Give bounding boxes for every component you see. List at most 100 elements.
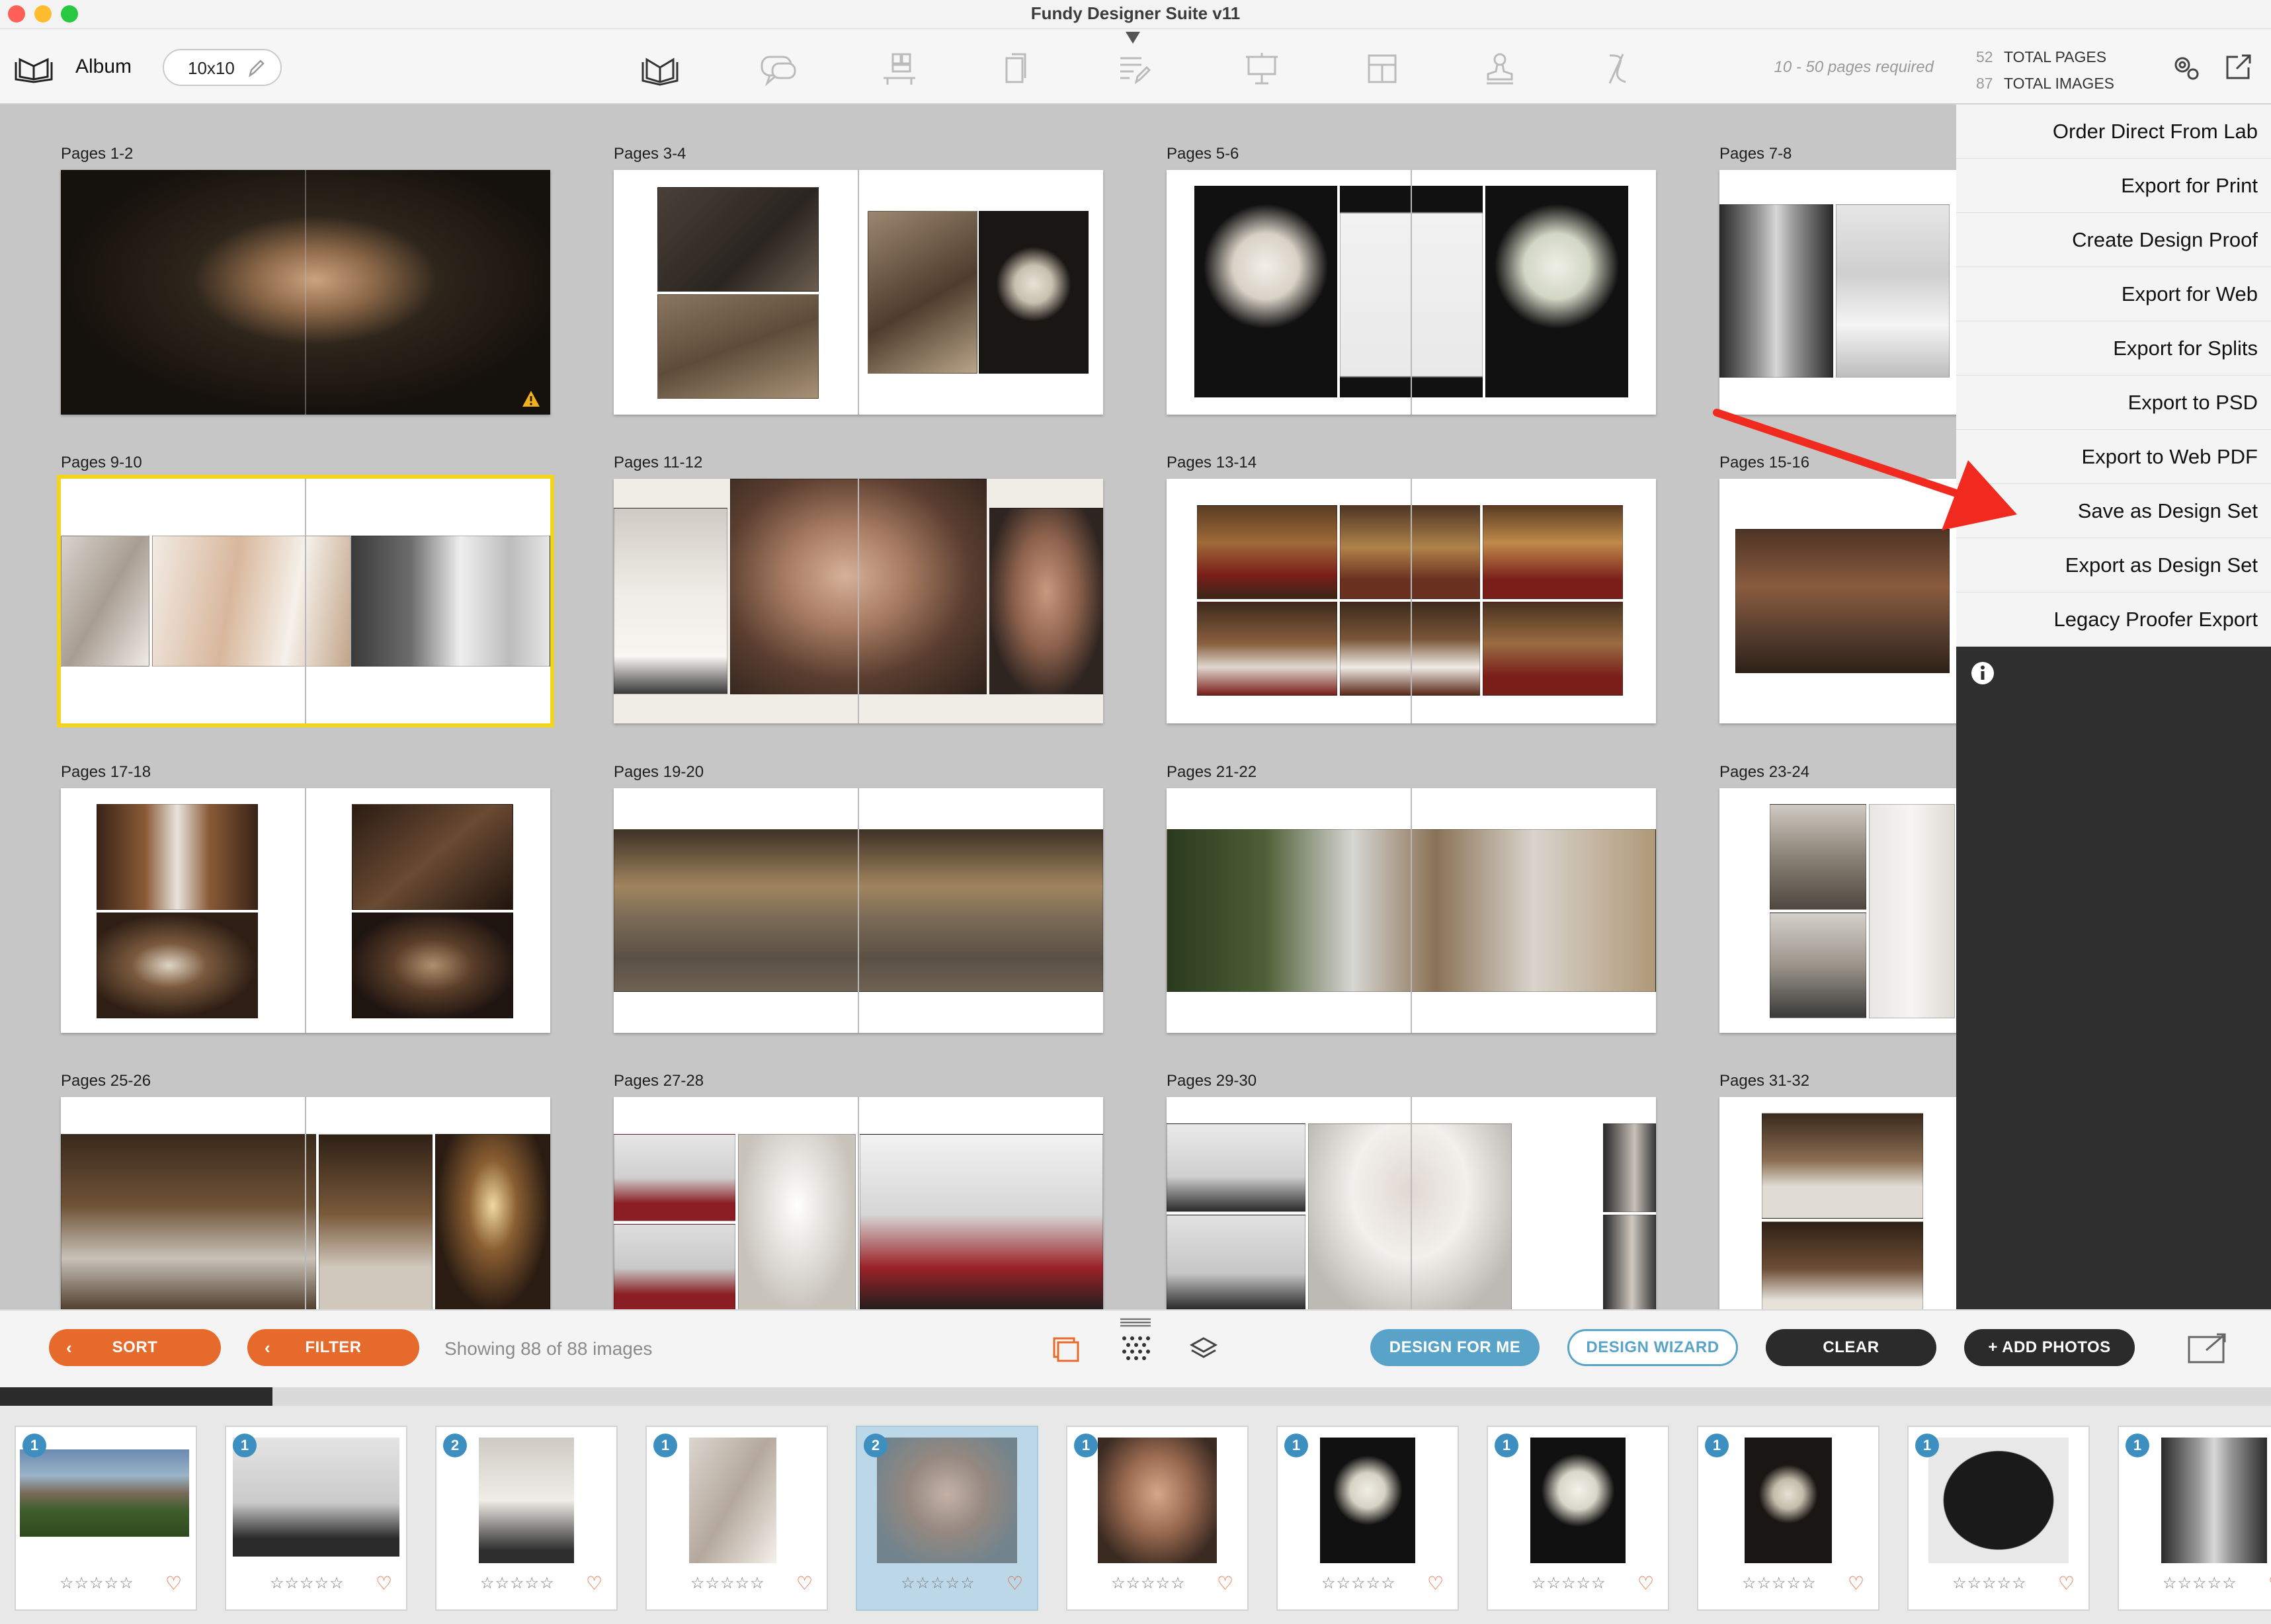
menu-item-legacy-proofer-export[interactable]: Legacy Proofer Export	[1956, 592, 2271, 647]
info-icon[interactable]	[1969, 660, 1996, 686]
spread-preview[interactable]	[614, 1097, 1103, 1309]
warning-icon[interactable]	[521, 389, 541, 408]
film-thumb[interactable]: 1 ☆☆☆☆☆ ♡	[1066, 1426, 1249, 1611]
stamp-icon[interactable]	[1479, 49, 1521, 89]
star-rating[interactable]: ☆☆☆☆☆	[1111, 1574, 1186, 1593]
heart-icon[interactable]: ♡	[1217, 1572, 1233, 1594]
filter-button[interactable]: ‹ FILTER	[247, 1329, 419, 1366]
heart-icon[interactable]: ♡	[1637, 1572, 1654, 1594]
film-thumb[interactable]: 1 ☆☆☆☆☆ ♡	[2118, 1426, 2271, 1611]
star-rating[interactable]: ☆☆☆☆☆	[2163, 1574, 2237, 1593]
layout-grid-icon[interactable]	[1361, 49, 1403, 89]
heart-icon[interactable]: ♡	[586, 1572, 602, 1594]
proofing-chat-icon[interactable]	[757, 49, 799, 89]
export-side-panel: Order Direct From Lab Export for Print C…	[1956, 104, 2271, 1309]
album-book-icon[interactable]	[13, 53, 54, 83]
add-photos-button[interactable]: + ADD PHOTOS	[1964, 1329, 2135, 1366]
spread-preview[interactable]	[1167, 788, 1656, 1033]
album-designer-icon[interactable]	[639, 49, 681, 89]
photo-placeholder	[868, 211, 977, 374]
export-images-icon[interactable]	[2186, 1330, 2230, 1365]
star-rating[interactable]: ☆☆☆☆☆	[1952, 1574, 2027, 1593]
photo-placeholder	[1098, 1438, 1217, 1563]
filmstrip-scrollbar[interactable]	[0, 1387, 2271, 1406]
layers-icon[interactable]	[1188, 1333, 1219, 1365]
design-for-me-button[interactable]: DESIGN FOR ME	[1370, 1329, 1540, 1366]
menu-item-create-design-proof[interactable]: Create Design Proof	[1956, 213, 2271, 267]
presentation-icon[interactable]	[1241, 49, 1283, 89]
menu-item-export-as-design-set[interactable]: Export as Design Set	[1956, 538, 2271, 592]
photo-placeholder	[319, 1134, 433, 1309]
menu-item-export-for-splits[interactable]: Export for Splits	[1956, 321, 2271, 376]
design-wizard-button[interactable]: DESIGN WIZARD	[1567, 1329, 1738, 1366]
spread-spine	[858, 170, 859, 415]
film-thumb[interactable]: 1 ☆☆☆☆☆ ♡	[1697, 1426, 1879, 1611]
spread-preview[interactable]	[614, 479, 1103, 723]
star-rating[interactable]: ☆☆☆☆☆	[690, 1574, 765, 1593]
spread-preview[interactable]	[1167, 1097, 1656, 1309]
film-thumb-selected[interactable]: 2 ☆☆☆☆☆ ♡	[856, 1426, 1038, 1611]
spread-preview[interactable]	[61, 1097, 550, 1309]
curve-tool-icon[interactable]	[1596, 49, 1639, 89]
film-thumb[interactable]: 1 ☆☆☆☆☆ ♡	[15, 1426, 197, 1611]
film-thumb[interactable]: 1 ☆☆☆☆☆ ♡	[1487, 1426, 1669, 1611]
export-share-icon[interactable]	[2222, 50, 2255, 83]
star-rating[interactable]: ☆☆☆☆☆	[1321, 1574, 1396, 1593]
film-thumb[interactable]: 1 ☆☆☆☆☆ ♡	[1907, 1426, 2090, 1611]
grid-view-icon[interactable]	[1119, 1333, 1151, 1365]
menu-item-export-to-web-pdf[interactable]: Export to Web PDF	[1956, 430, 2271, 484]
spread-preview[interactable]	[1167, 479, 1656, 723]
usage-count-badge: 1	[1705, 1434, 1729, 1457]
film-thumb[interactable]: 1 ☆☆☆☆☆ ♡	[1276, 1426, 1459, 1611]
film-thumb[interactable]: 2 ☆☆☆☆☆ ♡	[435, 1426, 618, 1611]
film-thumb[interactable]: 1 ☆☆☆☆☆ ♡	[645, 1426, 828, 1611]
heart-icon[interactable]: ♡	[1848, 1572, 1864, 1594]
spread-label: Pages 21-22	[1167, 763, 1257, 781]
menu-item-order-direct-from-lab[interactable]: Order Direct From Lab	[1956, 104, 2271, 159]
heart-icon[interactable]: ♡	[2058, 1572, 2075, 1594]
photo-placeholder	[479, 1438, 574, 1563]
heart-icon[interactable]: ♡	[1427, 1572, 1444, 1594]
album-size-selector[interactable]: 10x10	[163, 49, 282, 86]
wall-display-icon[interactable]	[878, 49, 921, 89]
heart-icon[interactable]: ♡	[165, 1572, 182, 1594]
star-rating[interactable]: ☆☆☆☆☆	[270, 1574, 345, 1593]
image-stack-icon[interactable]	[1050, 1333, 1082, 1365]
star-rating[interactable]: ☆☆☆☆☆	[1742, 1574, 1817, 1593]
star-rating[interactable]: ☆☆☆☆☆	[1532, 1574, 1606, 1593]
card-layers-icon[interactable]	[995, 49, 1037, 89]
heart-icon[interactable]: ♡	[1007, 1572, 1023, 1594]
menu-item-save-as-design-set[interactable]: Save as Design Set	[1956, 484, 2271, 538]
sort-button[interactable]: ‹ SORT	[49, 1329, 221, 1366]
usage-count-badge: 1	[1495, 1434, 1518, 1457]
spread-preview[interactable]	[614, 788, 1103, 1033]
clear-button[interactable]: CLEAR	[1766, 1329, 1936, 1366]
spread-label: Pages 19-20	[614, 763, 704, 781]
spread-preview[interactable]	[61, 170, 550, 415]
spread-label: Pages 25-26	[61, 1072, 151, 1090]
film-thumb[interactable]: 1 ☆☆☆☆☆ ♡	[225, 1426, 407, 1611]
filmstrip-scroll-thumb[interactable]	[0, 1387, 273, 1406]
photo-placeholder	[351, 536, 550, 667]
spread-preview[interactable]	[1167, 170, 1656, 415]
list-edit-icon[interactable]	[1114, 49, 1156, 89]
menu-item-export-for-print[interactable]: Export for Print	[1956, 159, 2271, 213]
heart-icon[interactable]: ♡	[2268, 1572, 2271, 1594]
spread-preview-selected[interactable]	[57, 475, 554, 727]
menu-item-export-for-web[interactable]: Export for Web	[1956, 267, 2271, 321]
star-rating[interactable]: ☆☆☆☆☆	[901, 1574, 975, 1593]
filter-button-label: FILTER	[305, 1338, 362, 1356]
pencil-icon[interactable]	[245, 57, 267, 79]
heart-icon[interactable]: ♡	[796, 1572, 813, 1594]
star-rating[interactable]: ☆☆☆☆☆	[480, 1574, 555, 1593]
app-window: Fundy Designer Suite v11 Album 10x10 10 …	[0, 0, 2271, 1624]
star-rating[interactable]: ☆☆☆☆☆	[60, 1574, 134, 1593]
heart-icon[interactable]: ♡	[376, 1572, 392, 1594]
spread-preview[interactable]	[614, 170, 1103, 415]
drag-handle-icon[interactable]	[1119, 1317, 1152, 1328]
settings-gear-icon[interactable]	[2169, 50, 2202, 83]
menu-item-export-to-psd[interactable]: Export to PSD	[1956, 376, 2271, 430]
photo-placeholder	[1483, 602, 1623, 696]
spread-preview[interactable]	[61, 788, 550, 1033]
spread-label: Pages 1-2	[61, 145, 134, 163]
